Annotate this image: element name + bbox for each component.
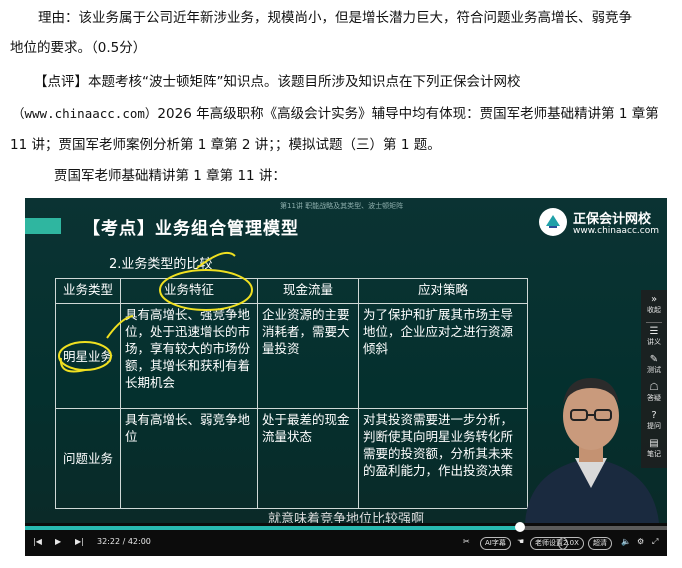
control-bar: |◀ ▶ ▶| 32:22 / 42:00 ✂ AI字幕 ☚ 老师设置 2.0X…	[25, 532, 667, 556]
scissors-icon[interactable]: ✂	[463, 537, 470, 546]
hand-icon[interactable]: ☚	[517, 537, 524, 546]
chevron-right-icon: »	[650, 294, 658, 305]
qa-button[interactable]: ☖ 答疑	[641, 382, 667, 403]
next-icon[interactable]: ▶|	[75, 537, 84, 546]
reason-line: 理由：该业务属于公司近年新涉业务，规模尚小，但是增长潜力巨大，符合问题业务高增长…	[38, 10, 632, 26]
logo-url: www.chinaacc.com	[573, 226, 659, 236]
table-header-row: 业务类型 业务特征 现金流量 应对策略	[55, 278, 528, 304]
slide-subtitle: 2.业务类型的比较	[109, 257, 213, 272]
time-display: 32:22 / 42:00	[97, 537, 151, 546]
settings-icon[interactable]: ⚙	[637, 537, 644, 546]
speed-button[interactable]: 2.0X	[558, 537, 584, 550]
volume-icon[interactable]: 🔈	[621, 537, 631, 546]
ask-button[interactable]: ? 提问	[641, 410, 667, 431]
progress-fill	[25, 526, 520, 530]
table-header: 应对策略	[358, 278, 528, 304]
table-row: 明星业务 具有高增长、强竞争地位，处于迅速增长的市场，享有较大的市场份额，其增长…	[55, 303, 528, 409]
table-header: 现金流量	[257, 278, 359, 304]
handout-button[interactable]: ☰ 讲义	[641, 326, 667, 347]
test-button[interactable]: ✎ 测试	[641, 354, 667, 375]
lecture-caption: 第11讲 职能战略及其类型、波士顿矩阵	[280, 202, 404, 210]
chat-icon: ☖	[649, 382, 659, 393]
table-cell: 明星业务	[55, 303, 121, 409]
play-icon[interactable]: ▶	[55, 537, 61, 546]
video-frame[interactable]: 第11讲 职能战略及其类型、波士顿矩阵 【考点】业务组合管理模型 正保会计网校 …	[25, 198, 667, 523]
table-cell: 企业资源的主要消耗者，需要大量投资	[257, 303, 359, 409]
table-cell: 问题业务	[55, 408, 121, 509]
table-cell: 具有高增长、强竞争地位，处于迅速增长的市场，享有较大的市场份额，其增长和获利有着…	[120, 303, 258, 409]
progress-bar[interactable]	[25, 522, 667, 532]
progress-handle[interactable]	[514, 522, 525, 532]
table-row: 问题业务 具有高增长、弱竞争地位 处于最差的现金流量状态 对其投资需要进一步分析…	[55, 408, 528, 509]
previous-icon[interactable]: |◀	[33, 537, 42, 546]
question-icon: ?	[651, 410, 657, 421]
source-line: （www.chinaacc.com）2026 年高级职称《高级会计实务》辅导中均…	[12, 104, 659, 124]
source-url: （www.chinaacc.com）	[12, 106, 158, 121]
note-icon: ▤	[649, 438, 659, 449]
table-cell: 处于最差的现金流量状态	[257, 408, 359, 509]
reason-continuation: 地位的要求。（0.5分）	[10, 40, 147, 56]
table-header: 业务类型	[55, 278, 121, 304]
ai-subtitle-button[interactable]: AI字幕	[480, 537, 511, 550]
collapse-button[interactable]: » 收起	[641, 294, 667, 315]
video-player[interactable]: 第11讲 职能战略及其类型、波士顿矩阵 【考点】业务组合管理模型 正保会计网校 …	[25, 198, 667, 556]
edit-icon: ✎	[649, 354, 659, 365]
accent-bar	[25, 218, 61, 234]
comment-line: 【点评】本题考核“波士顿矩阵”知识点。该题目所涉及知识点在下列正保会计网校	[34, 74, 521, 90]
lecture-reference: 贾国军老师基础精讲第 1 章第 11 讲：	[54, 168, 286, 184]
table-cell: 为了保护和扩展其市场主导地位，企业应对之进行资源倾斜	[358, 303, 528, 409]
video-caption: 就意味着竞争地位比较强啊	[267, 512, 424, 523]
list-icon: ☰	[649, 326, 659, 337]
table-header: 业务特征	[120, 278, 258, 304]
quality-button[interactable]: 超清	[588, 537, 612, 550]
slide-title: 【考点】业务组合管理模型	[83, 219, 299, 239]
side-toolbar: » 收起 ☰ 讲义 ✎ 测试 ☖ 答疑 ? 提问 ▤ 笔记	[641, 290, 667, 468]
table-cell: 具有高增长、弱竞争地位	[120, 408, 258, 509]
source-rest: 2026 年高级职称《高级会计实务》辅导中均有体现：贾国军老师基础精讲第 1 章…	[157, 106, 659, 122]
brand-logo: 正保会计网校 www.chinaacc.com	[537, 206, 667, 240]
logo-name: 正保会计网校	[573, 212, 652, 227]
source-continuation: 11 讲；贾国军老师案例分析第 1 章第 2 讲；；模拟试题（三）第 1 题。	[10, 137, 441, 153]
notes-button[interactable]: ▤ 笔记	[641, 438, 667, 459]
table-cell: 对其投资需要进一步分析，判断使其向明星业务转化所需要的投资额，分析其未来的盈利能…	[358, 408, 528, 509]
comparison-table: 业务类型 业务特征 现金流量 应对策略 明星业务 具有高增长、强竞争地位，处于迅…	[55, 278, 528, 509]
logo-icon	[539, 208, 567, 236]
fullscreen-icon[interactable]: ⤢	[652, 537, 658, 547]
